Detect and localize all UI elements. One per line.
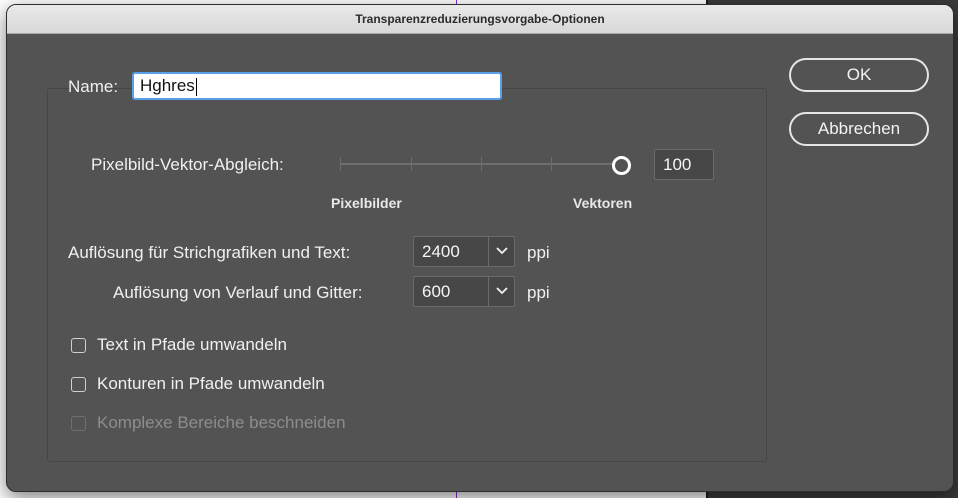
convert-text-to-outlines-checkbox[interactable]: [71, 338, 86, 353]
convert-text-to-outlines-label[interactable]: Text in Pfade umwandeln: [97, 335, 287, 355]
raster-vector-balance-label: Pixelbild-Vektor-Abgleich:: [91, 155, 284, 174]
convert-strokes-to-outlines-checkbox[interactable]: [71, 377, 86, 392]
clip-complex-regions-label: Komplexe Bereiche beschneiden: [97, 413, 346, 432]
raster-vector-value-field[interactable]: 100: [654, 149, 714, 180]
dialog-title: Transparenzreduzierungsvorgabe-Optionen: [7, 5, 953, 34]
slider-tick: [551, 157, 552, 171]
slider-tick: [481, 157, 482, 171]
gradient-resolution-dropdown-button[interactable]: [488, 277, 514, 306]
gradient-resolution-label: Auflösung von Verlauf und Gitter:: [113, 283, 363, 302]
name-label: Name:: [68, 77, 119, 96]
cancel-button[interactable]: Abbrechen: [789, 112, 929, 146]
ok-button[interactable]: OK: [789, 58, 929, 92]
raster-vector-slider-thumb[interactable]: [611, 156, 631, 175]
chevron-down-icon: [496, 287, 508, 295]
line-art-resolution-label: Auflösung für Strichgrafiken und Text:: [68, 243, 351, 262]
chevron-down-icon: [496, 247, 508, 255]
slider-tick: [340, 157, 341, 171]
name-value: Hghres: [140, 76, 195, 95]
slider-tick: [411, 157, 412, 171]
options-group-box: [47, 88, 767, 462]
slider-right-label: Vektoren: [573, 195, 633, 211]
slider-left-label: Pixelbilder: [331, 195, 402, 211]
gradient-resolution-unit: ppi: [527, 283, 550, 302]
name-input[interactable]: Hghres: [132, 72, 502, 100]
line-art-resolution-value: 2400: [422, 242, 460, 261]
line-art-resolution-unit: ppi: [527, 243, 550, 262]
gradient-resolution-value: 600: [422, 282, 451, 301]
gradient-resolution-combo[interactable]: 600: [413, 276, 515, 307]
clip-complex-regions-checkbox: [71, 416, 86, 431]
convert-strokes-to-outlines-label[interactable]: Konturen in Pfade umwandeln: [97, 374, 325, 394]
line-art-resolution-combo[interactable]: 2400: [413, 236, 515, 267]
flattener-preset-dialog: Transparenzreduzierungsvorgabe-Optionen …: [6, 4, 954, 492]
line-art-resolution-dropdown-button[interactable]: [488, 237, 514, 266]
text-caret: [195, 77, 197, 96]
